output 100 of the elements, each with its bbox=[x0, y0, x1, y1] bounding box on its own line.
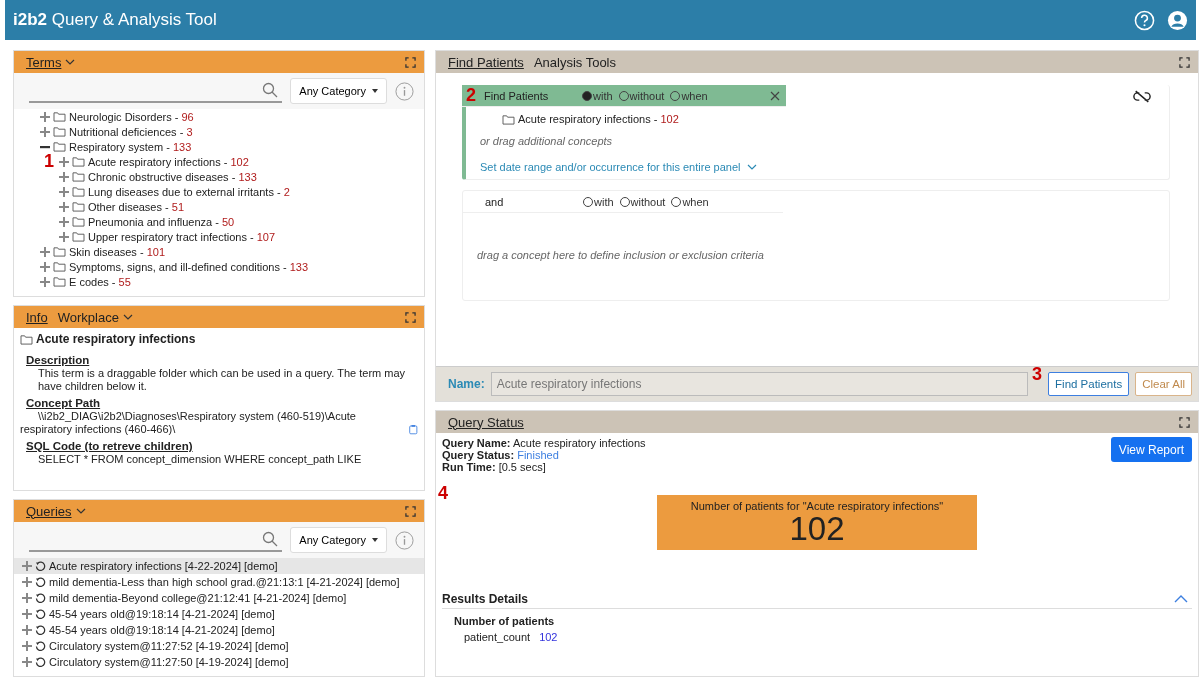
query-item[interactable]: Acute respiratory infections [4-22-2024] [demo] bbox=[14, 558, 424, 574]
radio-button[interactable]: when bbox=[671, 195, 709, 208]
info-icon[interactable] bbox=[395, 530, 414, 550]
plus-icon[interactable] bbox=[40, 126, 50, 137]
tree-item[interactable]: Respiratory system - 133 bbox=[69, 140, 192, 153]
tree-item[interactable]: Acute respiratory infections - 102 bbox=[88, 155, 249, 168]
step-number: 3 bbox=[1032, 363, 1043, 385]
help-icon[interactable] bbox=[1134, 9, 1155, 31]
field-label: Run Time: bbox=[442, 461, 496, 473]
plus-icon[interactable] bbox=[22, 609, 32, 619]
maximize-icon[interactable] bbox=[405, 505, 416, 517]
panel-tab[interactable]: Workplace bbox=[57, 308, 119, 326]
plus-icon[interactable] bbox=[40, 276, 50, 287]
folder-icon bbox=[72, 201, 85, 212]
radio-button[interactable]: when bbox=[670, 89, 708, 102]
name-field[interactable]: Acute respiratory infections bbox=[490, 372, 1029, 396]
drop-area[interactable]: drag a concept here to define inclusion or exclusion criteria bbox=[463, 213, 1169, 300]
plus-icon[interactable] bbox=[59, 156, 69, 167]
panel-tab[interactable]: Find Patients bbox=[448, 53, 524, 71]
plus-icon[interactable] bbox=[22, 593, 32, 603]
tree-item[interactable]: Symptoms, signs, and ill-defined conditions - 133 bbox=[69, 260, 309, 273]
detail-key: patient_count bbox=[464, 631, 531, 643]
radio-button[interactable]: without bbox=[619, 195, 666, 208]
field-value: Finished bbox=[517, 449, 559, 461]
folder-icon bbox=[72, 156, 85, 167]
panel-tab[interactable]: Info bbox=[26, 308, 48, 326]
user-icon[interactable] bbox=[1167, 9, 1188, 31]
radio-button[interactable]: with bbox=[582, 89, 613, 102]
plus-icon[interactable] bbox=[22, 625, 32, 635]
plus-icon[interactable] bbox=[59, 231, 69, 242]
folder-icon bbox=[53, 126, 66, 137]
category-dropdown[interactable]: Any Category bbox=[290, 78, 387, 104]
chevron-down-icon[interactable] bbox=[746, 164, 757, 170]
terms-tab[interactable]: Terms bbox=[26, 53, 62, 71]
concept-path: \\i2b2_DIAG\i2b2\Diagnoses\Respiratory system (460-519)\Acute respiratory infections (460-466)\ bbox=[20, 410, 357, 436]
maximize-icon[interactable] bbox=[405, 311, 416, 323]
plus-icon[interactable] bbox=[22, 577, 32, 587]
group-title: Find Patients bbox=[484, 89, 550, 102]
radio-button[interactable]: without bbox=[618, 89, 665, 102]
plus-icon[interactable] bbox=[40, 246, 50, 257]
history-icon bbox=[35, 624, 46, 636]
panel-tab[interactable]: Analysis Tools bbox=[533, 53, 616, 71]
unlink-icon[interactable] bbox=[1133, 90, 1151, 103]
tree-item[interactable]: Lung diseases due to external irritants - 2 bbox=[88, 185, 290, 198]
tree-item[interactable]: Pneumonia and influenza - 50 bbox=[88, 215, 235, 228]
view-report-button[interactable]: View Report bbox=[1110, 437, 1192, 462]
maximize-icon[interactable] bbox=[1179, 416, 1190, 428]
plus-icon[interactable] bbox=[22, 641, 32, 651]
query-item[interactable]: 45-54 years old@19:18:14 [4-21-2024] [demo] bbox=[14, 606, 424, 622]
query-item[interactable]: 45-54 years old@19:18:14 [4-21-2024] [demo] bbox=[14, 622, 424, 638]
plus-icon[interactable] bbox=[40, 111, 50, 122]
query-item[interactable]: Circulatory system@11:27:50 [4-19-2024] [demo] bbox=[14, 654, 424, 670]
chevron-up-icon[interactable] bbox=[1174, 595, 1188, 603]
results-details-heading: Results Details bbox=[442, 592, 529, 606]
chevron-down-icon[interactable] bbox=[122, 314, 133, 320]
plus-icon[interactable] bbox=[59, 216, 69, 227]
history-icon bbox=[35, 640, 46, 652]
close-icon[interactable] bbox=[770, 90, 780, 101]
search-icon[interactable] bbox=[262, 82, 279, 98]
folder-icon bbox=[20, 333, 33, 345]
folder-icon bbox=[53, 261, 66, 272]
radio-button[interactable]: with bbox=[583, 195, 614, 208]
plus-icon[interactable] bbox=[59, 201, 69, 212]
tree-item[interactable]: Chronic obstructive diseases - 133 bbox=[88, 170, 257, 183]
drop-hint: drag a concept here to define inclusion or exclusion criteria bbox=[477, 249, 765, 263]
history-icon bbox=[35, 576, 46, 588]
chevron-down-icon[interactable] bbox=[75, 508, 86, 514]
queries-tab[interactable]: Queries bbox=[26, 502, 72, 520]
folder-icon bbox=[72, 216, 85, 227]
query-item[interactable]: mild dementia-Less than high school grad.@21:13:1 [4-21-2024] [demo] bbox=[14, 574, 424, 590]
clipboard-icon[interactable] bbox=[409, 423, 418, 436]
category-dropdown[interactable]: Any Category bbox=[290, 527, 387, 553]
maximize-icon[interactable] bbox=[1179, 56, 1190, 68]
tree-item[interactable]: Nutritional deficiences - 3 bbox=[69, 125, 193, 138]
plus-icon[interactable] bbox=[22, 561, 32, 571]
plus-icon[interactable] bbox=[59, 186, 69, 197]
maximize-icon[interactable] bbox=[405, 56, 416, 68]
query-item[interactable]: mild dementia-Beyond college@21:12:41 [4-21-2024] [demo] bbox=[14, 590, 424, 606]
concept-item[interactable]: Acute respiratory infections - 102 bbox=[518, 113, 679, 125]
folder-icon bbox=[53, 246, 66, 257]
tree-item[interactable]: Neurologic Disorders - 96 bbox=[69, 110, 194, 123]
date-range-link[interactable]: Set date range and/or occurrence for this entire panel bbox=[480, 161, 741, 173]
section-heading: SQL Code (to retreve children) bbox=[26, 440, 194, 452]
tree-item[interactable]: Other diseases - 51 bbox=[88, 200, 184, 213]
chevron-down-icon[interactable] bbox=[65, 59, 76, 65]
plus-icon[interactable] bbox=[59, 171, 69, 182]
info-icon[interactable] bbox=[395, 81, 414, 101]
query-item[interactable]: Circulatory system@11:27:52 [4-19-2024] [demo] bbox=[14, 638, 424, 654]
folder-icon bbox=[53, 276, 66, 287]
tree-item[interactable]: Skin diseases - 101 bbox=[69, 245, 165, 258]
plus-icon[interactable] bbox=[40, 261, 50, 272]
plus-icon[interactable] bbox=[22, 657, 32, 667]
find-patients-button[interactable]: Find Patients bbox=[1048, 372, 1130, 396]
query-status-tab[interactable]: Query Status bbox=[448, 413, 524, 431]
folder-icon bbox=[502, 113, 515, 125]
tree-item[interactable]: Upper respiratory tract infections - 107 bbox=[88, 230, 276, 243]
drop-area[interactable]: Acute respiratory infections - 102 or drag additional concepts Set date range and/or occurrence for this entire panel bbox=[466, 107, 1169, 179]
search-icon[interactable] bbox=[262, 531, 279, 547]
tree-item[interactable]: E codes - 55 bbox=[69, 275, 131, 288]
term-title: Acute respiratory infections bbox=[36, 332, 196, 346]
